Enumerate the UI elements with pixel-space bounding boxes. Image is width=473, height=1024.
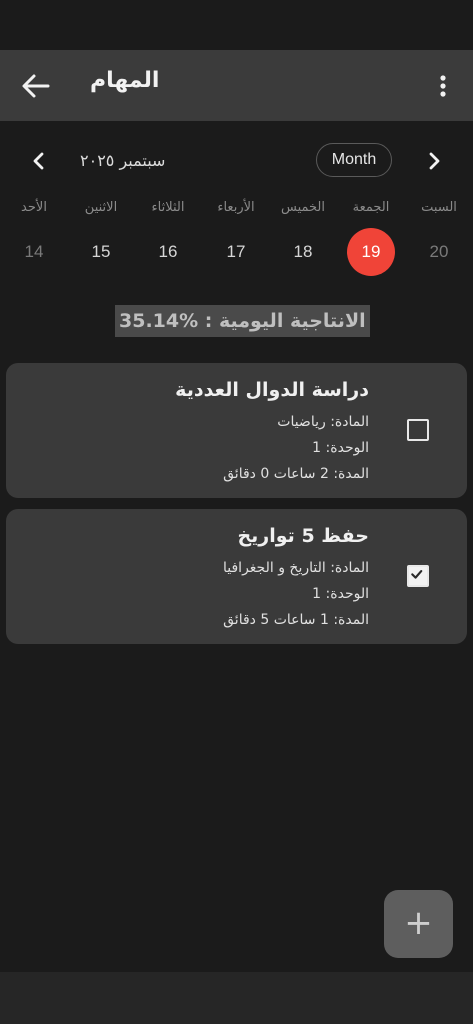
- task-title: دراسة الدوال العددية: [175, 379, 369, 401]
- chevron-left-icon[interactable]: [26, 148, 52, 174]
- chevron-right-icon[interactable]: [421, 148, 447, 174]
- weekday-label: الأحد: [21, 200, 47, 215]
- weekday-label: الأربعاء: [217, 200, 255, 215]
- calendar-header: سبتمبر ٢٠٢٥ Month: [0, 140, 473, 184]
- day-cell[interactable]: 16: [134, 228, 202, 276]
- day-number: 14: [24, 242, 44, 261]
- weekday-label: السبت: [421, 200, 457, 215]
- arrow-left-icon[interactable]: [18, 72, 52, 100]
- weekday-row: الأحد الاثنين الثلاثاء الأربعاء الخميس ا…: [0, 200, 473, 224]
- task-title: حفظ 5 تواريخ: [237, 525, 369, 547]
- day-number: 20: [429, 242, 449, 261]
- task-subject: المادة: التاريخ و الجغرافيا: [223, 560, 369, 576]
- page-title: المهام: [90, 68, 160, 93]
- daily-productivity: الانتاجية اليومية : %35.14: [115, 305, 370, 337]
- weekday-label: الخميس: [281, 200, 325, 215]
- day-cell[interactable]: 17: [202, 228, 270, 276]
- task-card[interactable]: حفظ 5 تواريخ المادة: التاريخ و الجغرافيا…: [6, 509, 467, 644]
- plus-icon: +: [404, 903, 433, 943]
- task-card[interactable]: دراسة الدوال العددية المادة: رياضيات الو…: [6, 363, 467, 498]
- status-bar: [0, 0, 473, 50]
- add-task-button[interactable]: +: [384, 890, 453, 958]
- view-toggle-button[interactable]: Month: [316, 143, 392, 177]
- day-number: 19: [361, 242, 381, 261]
- day-number: 18: [293, 242, 313, 261]
- task-unit: الوحدة: 1: [312, 586, 369, 602]
- weekday-label: الثلاثاء: [151, 200, 185, 215]
- system-nav-bar: [0, 972, 473, 1024]
- task-subject: المادة: رياضيات: [277, 414, 369, 430]
- more-vert-icon[interactable]: [431, 72, 455, 100]
- day-cell[interactable]: 18: [269, 228, 337, 276]
- app-bar: المهام: [0, 50, 473, 121]
- check-icon: [411, 570, 423, 579]
- day-row: 14 15 16 17 18 19 20: [0, 228, 473, 276]
- weekday-label: الجمعة: [352, 200, 390, 215]
- day-number: 15: [91, 242, 111, 261]
- task-duration: المدة: 2 ساعات 0 دقائق: [223, 466, 369, 482]
- task-unit: الوحدة: 1: [312, 440, 369, 456]
- task-duration: المدة: 1 ساعات 5 دقائق: [223, 612, 369, 628]
- task-checkbox-checked[interactable]: [407, 565, 429, 587]
- task-checkbox[interactable]: [407, 419, 429, 441]
- month-label: سبتمبر ٢٠٢٥: [80, 151, 166, 170]
- day-number: 17: [226, 242, 246, 261]
- day-cell[interactable]: 20: [405, 228, 473, 276]
- weekday-label: الاثنين: [84, 200, 118, 215]
- day-cell[interactable]: 14: [0, 228, 68, 276]
- day-cell[interactable]: 15: [67, 228, 135, 276]
- day-number: 16: [158, 242, 178, 261]
- day-cell-selected[interactable]: 19: [337, 228, 405, 276]
